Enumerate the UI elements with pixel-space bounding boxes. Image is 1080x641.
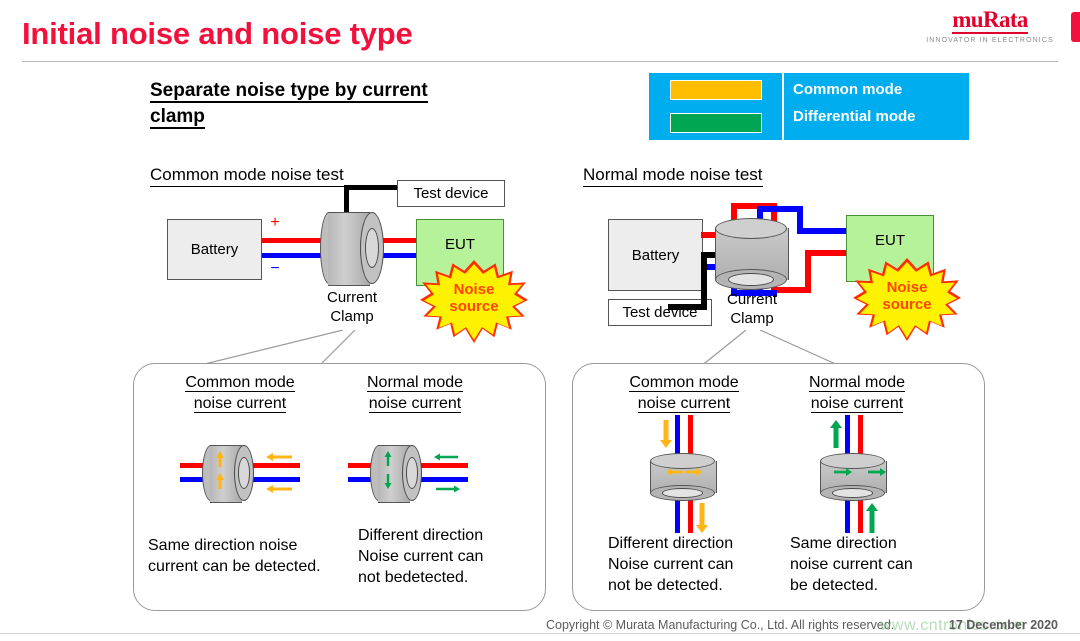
right-callout-col2-text-line3: be detected. [790, 577, 879, 594]
right-callout-col2-text-line2: noise current can [790, 556, 913, 573]
right-clamp-caption-line-1: Current [726, 291, 778, 308]
left-test-device-box: Test device [397, 180, 505, 207]
lc1-arrows [216, 451, 292, 493]
left-polarity-minus: − [270, 260, 280, 277]
legend-row-differential-mode: Differential mode [649, 106, 969, 140]
mode-legend: Common mode Differential mode [648, 72, 970, 141]
right-wire-red-6 [805, 250, 811, 293]
logo-wordmark: muRata [952, 7, 1028, 34]
header-divider [22, 61, 1058, 62]
slide: Initial noise and noise type muRata INNO… [0, 0, 1080, 641]
right-callout-col2-text: Same direction noise current can be dete… [790, 533, 980, 596]
left-test-device-label: Test device [413, 185, 489, 202]
left-clamp-caption: Current Clamp [306, 288, 398, 326]
right-callout-col1-text-line3: not be detected. [608, 577, 723, 594]
right-burst-fill [857, 262, 957, 338]
right-callout-col2-text-line1: Same direction [790, 535, 897, 552]
legend-swatch-cell-differential [649, 106, 784, 140]
left-battery-label: Battery [190, 241, 239, 258]
left-callout-col1-figure [180, 437, 320, 509]
rc1-arrows [660, 420, 708, 533]
left-probe-wire-horizontal [344, 185, 399, 190]
right-callout-col1-head-line2: noise current [637, 395, 731, 413]
legend-label-differential-mode: Differential mode [793, 107, 916, 125]
left-callout-col1-heading: Common mode noise current [160, 372, 320, 414]
footer-copyright: Copyright © Murata Manufacturing Co., Lt… [546, 618, 895, 632]
left-callout-col2-text: Different direction Noise current can no… [358, 525, 543, 588]
left-callout-col1-text: Same direction noise current can be dete… [148, 535, 344, 577]
lc2-arrows [384, 451, 460, 493]
right-wire-black-3 [668, 304, 707, 310]
page-title: Initial noise and noise type [22, 16, 413, 51]
left-polarity-plus: + [270, 214, 280, 231]
left-callout-col2-text-line3: not bedetected. [358, 569, 469, 586]
left-callout-col2-text-line1: Different direction [358, 527, 484, 544]
left-eut-label: EUT [445, 236, 475, 253]
left-callout-col1-text-line2: current can be detected. [148, 558, 321, 575]
rc2-arrows [830, 420, 886, 533]
right-clamp-aperture [727, 273, 775, 286]
left-callout-col2-heading: Normal mode noise current [340, 372, 490, 414]
left-clamp-aperture [365, 227, 379, 269]
right-callout-col1-text: Different direction Noise current can no… [608, 533, 793, 596]
left-current-clamp [320, 212, 384, 286]
left-callout-col2-text-line2: Noise current can [358, 548, 484, 565]
left-callout-col1-head-line1: Common mode [185, 374, 295, 392]
right-callout-col2-heading: Normal mode noise current [782, 372, 932, 414]
footer-date: 17 December 2020 [948, 618, 1058, 632]
right-wire-red-7 [805, 250, 850, 256]
legend-swatch-common-mode [669, 79, 762, 100]
right-callout-col2-head-line2: noise current [810, 395, 904, 413]
left-callout-col1-text-line1: Same direction noise [148, 537, 298, 554]
edge-accent-bar [1071, 12, 1080, 42]
right-clamp-caption: Current Clamp [706, 290, 798, 328]
right-battery-label: Battery [631, 246, 680, 264]
right-callout-col1-text-line2: Noise current can [608, 556, 734, 573]
right-wire-blue-7 [797, 228, 850, 234]
right-panel-heading: Normal mode noise test [583, 165, 763, 187]
right-callout-col2-figure [800, 415, 920, 535]
left-clamp-caption-line-1: Current [326, 289, 378, 306]
subtitle-line-2: clamp [150, 106, 205, 129]
legend-label-common-mode: Common mode [793, 81, 903, 99]
legend-swatch-differential-mode [669, 113, 762, 134]
subtitle-line-1: Separate noise type by current [150, 80, 428, 103]
right-callout-col1-head-line1: Common mode [629, 374, 739, 392]
left-callout-col2-figure [348, 437, 488, 509]
right-clamp-caption-line-2: Clamp [730, 310, 774, 327]
left-panel-heading: Common mode noise test [150, 165, 344, 187]
left-clamp-caption-line-2: Clamp [330, 308, 374, 325]
footer-divider [0, 633, 1080, 634]
right-battery-box: Battery [608, 219, 703, 291]
legend-swatch-cell-common [649, 73, 784, 107]
right-callout-col1-figure [630, 415, 750, 535]
right-current-clamp [715, 218, 789, 290]
section-subtitle: Separate noise type by current clamp [150, 78, 500, 130]
legend-row-common-mode: Common mode [649, 73, 969, 107]
left-battery-box: Battery [167, 219, 262, 280]
logo-tagline: INNOVATOR IN ELECTRONICS [926, 37, 1054, 44]
right-callout-col2-head-line1: Normal mode [808, 374, 906, 392]
left-callout-col2-head-line2: noise current [368, 395, 462, 413]
murata-logo: muRata INNOVATOR IN ELECTRONICS [922, 8, 1058, 44]
right-callout-col1-heading: Common mode noise current [604, 372, 764, 414]
left-callout-col1-head-line2: noise current [193, 395, 287, 413]
right-noise-source: Noise source [853, 258, 961, 341]
right-callout-col1-text-line1: Different direction [608, 535, 734, 552]
left-burst-fill [424, 264, 524, 340]
left-callout-col2-head-line1: Normal mode [366, 374, 464, 392]
right-eut-label: EUT [875, 232, 905, 249]
right-clamp-top-face [715, 218, 787, 239]
